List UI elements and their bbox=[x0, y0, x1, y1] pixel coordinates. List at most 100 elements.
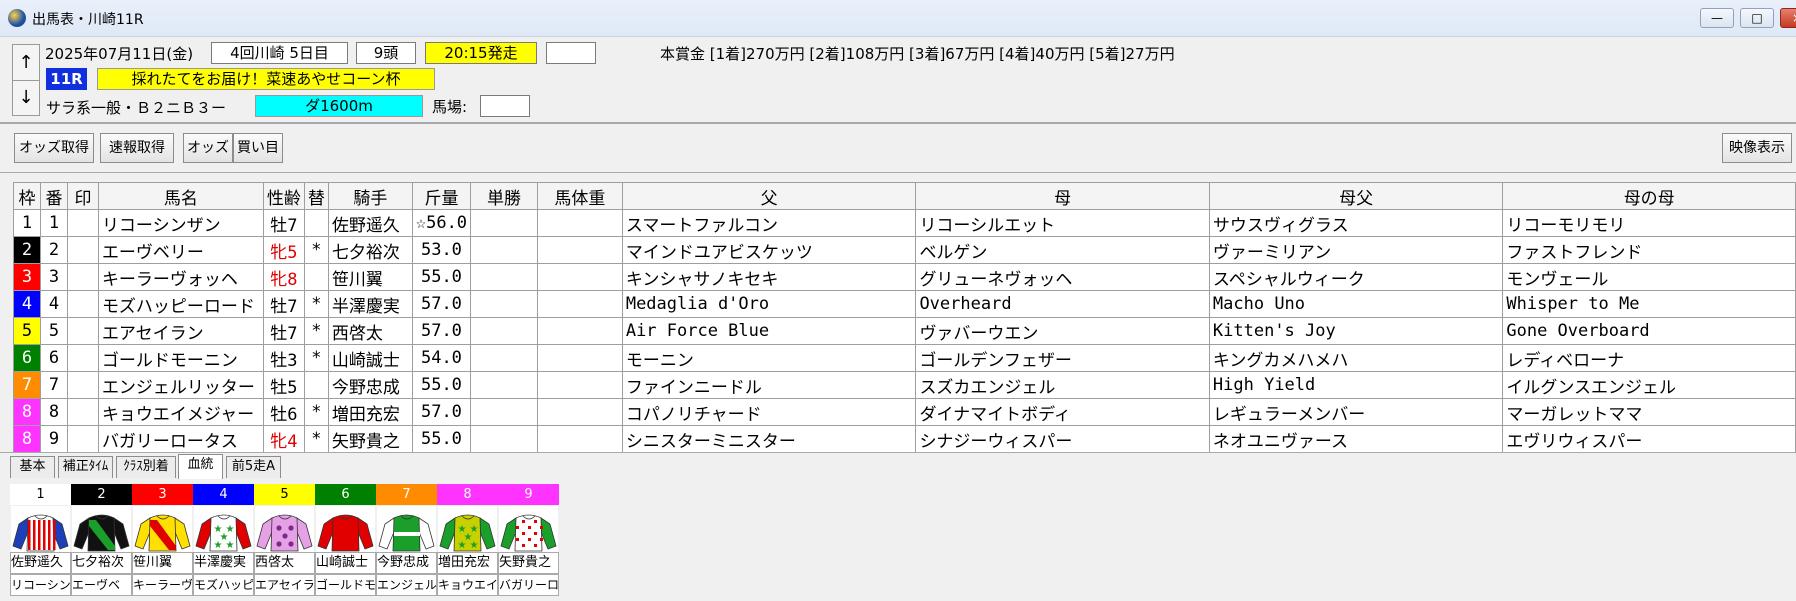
body-weight-cell[interactable] bbox=[536, 425, 623, 453]
jockey-change-cell[interactable] bbox=[303, 209, 329, 237]
dam-cell[interactable]: ベルゲン bbox=[915, 236, 1210, 264]
sex-age-cell[interactable]: 牡7 bbox=[262, 317, 305, 345]
maximize-button[interactable]: □ bbox=[1740, 8, 1774, 28]
jockey-change-cell[interactable] bbox=[303, 263, 329, 291]
col-header[interactable]: 番 bbox=[39, 182, 68, 210]
jockey-cell[interactable]: 増田充宏 bbox=[327, 398, 413, 426]
waku-cell[interactable]: 6 bbox=[13, 344, 41, 372]
waku-cell[interactable]: 7 bbox=[13, 371, 41, 399]
weight-cell[interactable]: 57.0 bbox=[411, 317, 472, 345]
col-header[interactable]: 単勝 bbox=[470, 182, 538, 210]
table-row[interactable]: 1 1 リコーシンザン 牡7 佐野遥久 ☆56.0 スマートファルコン リコーシルエット サウス… bbox=[13, 209, 1796, 237]
col-header[interactable]: 馬体重 bbox=[536, 182, 623, 210]
sex-age-cell[interactable]: 牝4 bbox=[262, 425, 305, 453]
dam-cell[interactable]: ゴールデンフェザー bbox=[915, 344, 1210, 372]
body-weight-cell[interactable] bbox=[536, 317, 623, 345]
dam-dam-cell[interactable]: イルグンスエンジェル bbox=[1502, 371, 1796, 399]
sex-age-cell[interactable]: 牡3 bbox=[262, 344, 305, 372]
jockey-change-cell[interactable] bbox=[303, 371, 329, 399]
number-cell[interactable]: 9 bbox=[39, 425, 68, 453]
win-odds-cell[interactable] bbox=[470, 263, 538, 291]
col-header[interactable]: 騎手 bbox=[327, 182, 413, 210]
mark-cell[interactable] bbox=[66, 317, 99, 345]
tab-1[interactable]: 補正ﾀｲﾑ bbox=[58, 456, 113, 478]
sex-age-cell[interactable]: 牡5 bbox=[262, 371, 305, 399]
going-field[interactable] bbox=[480, 95, 530, 117]
dam-dam-cell[interactable]: ファストフレンド bbox=[1502, 236, 1796, 264]
tab-4[interactable]: 前5走A bbox=[226, 456, 281, 478]
jockey-cell[interactable]: 山崎誠士 bbox=[327, 344, 413, 372]
damsire-cell[interactable]: ネオユニヴァース bbox=[1208, 425, 1504, 453]
waku-cell[interactable]: 2 bbox=[13, 236, 41, 264]
jockey-cell[interactable]: 今野忠成 bbox=[327, 371, 413, 399]
sire-cell[interactable]: Medaglia d'Oro bbox=[621, 290, 917, 318]
table-row[interactable]: 5 5 エアセイラン 牡7 * 西啓太 57.0 Air Force Blue ヴァバーウエン K… bbox=[13, 317, 1796, 345]
body-weight-cell[interactable] bbox=[536, 209, 623, 237]
horse-name-cell[interactable]: エンジェルリッター bbox=[97, 371, 264, 399]
sire-cell[interactable]: モーニン bbox=[621, 344, 917, 372]
table-row[interactable]: 8 9 バガリーロータス 牝4 * 矢野貴之 55.0 シニスターミニスター シナジーウィスパー… bbox=[13, 425, 1796, 453]
body-weight-cell[interactable] bbox=[536, 344, 623, 372]
horse-name-cell[interactable]: キョウエイメジャー bbox=[97, 398, 264, 426]
dam-cell[interactable]: シナジーウィスパー bbox=[915, 425, 1210, 453]
sire-cell[interactable]: スマートファルコン bbox=[621, 209, 917, 237]
weight-cell[interactable]: 53.0 bbox=[411, 236, 472, 264]
header-blank-field[interactable] bbox=[546, 42, 596, 64]
number-cell[interactable]: 2 bbox=[39, 236, 68, 264]
horse-name-cell[interactable]: バガリーロータス bbox=[97, 425, 264, 453]
mark-cell[interactable] bbox=[66, 371, 99, 399]
col-header[interactable]: 枠 bbox=[13, 182, 41, 210]
video-button[interactable]: 映像表示 bbox=[1722, 133, 1792, 163]
prev-race-button[interactable]: ↑ bbox=[12, 44, 40, 82]
col-header[interactable]: 母父 bbox=[1208, 182, 1504, 210]
damsire-cell[interactable]: サウスヴィグラス bbox=[1208, 209, 1504, 237]
jockey-change-cell[interactable]: * bbox=[303, 317, 329, 345]
body-weight-cell[interactable] bbox=[536, 236, 623, 264]
sex-age-cell[interactable]: 牝8 bbox=[262, 263, 305, 291]
sire-cell[interactable]: コパノリチャード bbox=[621, 398, 917, 426]
flash-fetch-button[interactable]: 速報取得 bbox=[100, 133, 174, 163]
horse-name-cell[interactable]: ゴールドモーニン bbox=[97, 344, 264, 372]
number-cell[interactable]: 1 bbox=[39, 209, 68, 237]
sex-age-cell[interactable]: 牡7 bbox=[262, 209, 305, 237]
table-row[interactable]: 7 7 エンジェルリッター 牡5 今野忠成 55.0 ファインニードル スズカエンジェル Hig… bbox=[13, 371, 1796, 399]
col-header[interactable]: 母の母 bbox=[1502, 182, 1796, 210]
col-header[interactable]: 印 bbox=[66, 182, 99, 210]
silk-column[interactable]: 1 佐野遥久 リコーシン bbox=[10, 484, 71, 596]
horse-name-cell[interactable]: キーラーヴォッヘ bbox=[97, 263, 264, 291]
win-odds-cell[interactable] bbox=[470, 317, 538, 345]
dam-cell[interactable]: ダイナマイトボディ bbox=[915, 398, 1210, 426]
col-header[interactable]: 替 bbox=[303, 182, 329, 210]
damsire-cell[interactable]: レギュラーメンバー bbox=[1208, 398, 1504, 426]
mark-cell[interactable] bbox=[66, 425, 99, 453]
number-cell[interactable]: 5 bbox=[39, 317, 68, 345]
sex-age-cell[interactable]: 牡6 bbox=[262, 398, 305, 426]
bets-button[interactable]: 買い目 bbox=[233, 133, 283, 163]
silk-column[interactable]: 3 笹川翼 キーラーヴ bbox=[132, 484, 193, 596]
mark-cell[interactable] bbox=[66, 209, 99, 237]
jockey-change-cell[interactable]: * bbox=[303, 425, 329, 453]
waku-cell[interactable]: 1 bbox=[13, 209, 41, 237]
sex-age-cell[interactable]: 牡7 bbox=[262, 290, 305, 318]
minimize-button[interactable]: — bbox=[1700, 8, 1734, 28]
body-weight-cell[interactable] bbox=[536, 398, 623, 426]
jockey-change-cell[interactable]: * bbox=[303, 398, 329, 426]
waku-cell[interactable]: 3 bbox=[13, 263, 41, 291]
tab-0[interactable]: 基本 bbox=[10, 456, 55, 478]
body-weight-cell[interactable] bbox=[536, 371, 623, 399]
horse-name-cell[interactable]: モズハッピーロード bbox=[97, 290, 264, 318]
damsire-cell[interactable]: ヴァーミリアン bbox=[1208, 236, 1504, 264]
weight-cell[interactable]: 57.0 bbox=[411, 290, 472, 318]
col-header[interactable]: 父 bbox=[621, 182, 917, 210]
odds-button[interactable]: オッズ bbox=[183, 133, 233, 163]
jockey-cell[interactable]: 笹川翼 bbox=[327, 263, 413, 291]
waku-cell[interactable]: 8 bbox=[13, 425, 41, 453]
table-row[interactable]: 2 2 エーヴベリー 牝5 * 七夕裕次 53.0 マインドユアビスケッツ ベルゲン ヴァーミリア… bbox=[13, 236, 1796, 264]
win-odds-cell[interactable] bbox=[470, 398, 538, 426]
mark-cell[interactable] bbox=[66, 263, 99, 291]
horse-name-cell[interactable]: リコーシンザン bbox=[97, 209, 264, 237]
weight-cell[interactable]: 55.0 bbox=[411, 263, 472, 291]
sire-cell[interactable]: マインドユアビスケッツ bbox=[621, 236, 917, 264]
win-odds-cell[interactable] bbox=[470, 425, 538, 453]
jockey-cell[interactable]: 半澤慶実 bbox=[327, 290, 413, 318]
